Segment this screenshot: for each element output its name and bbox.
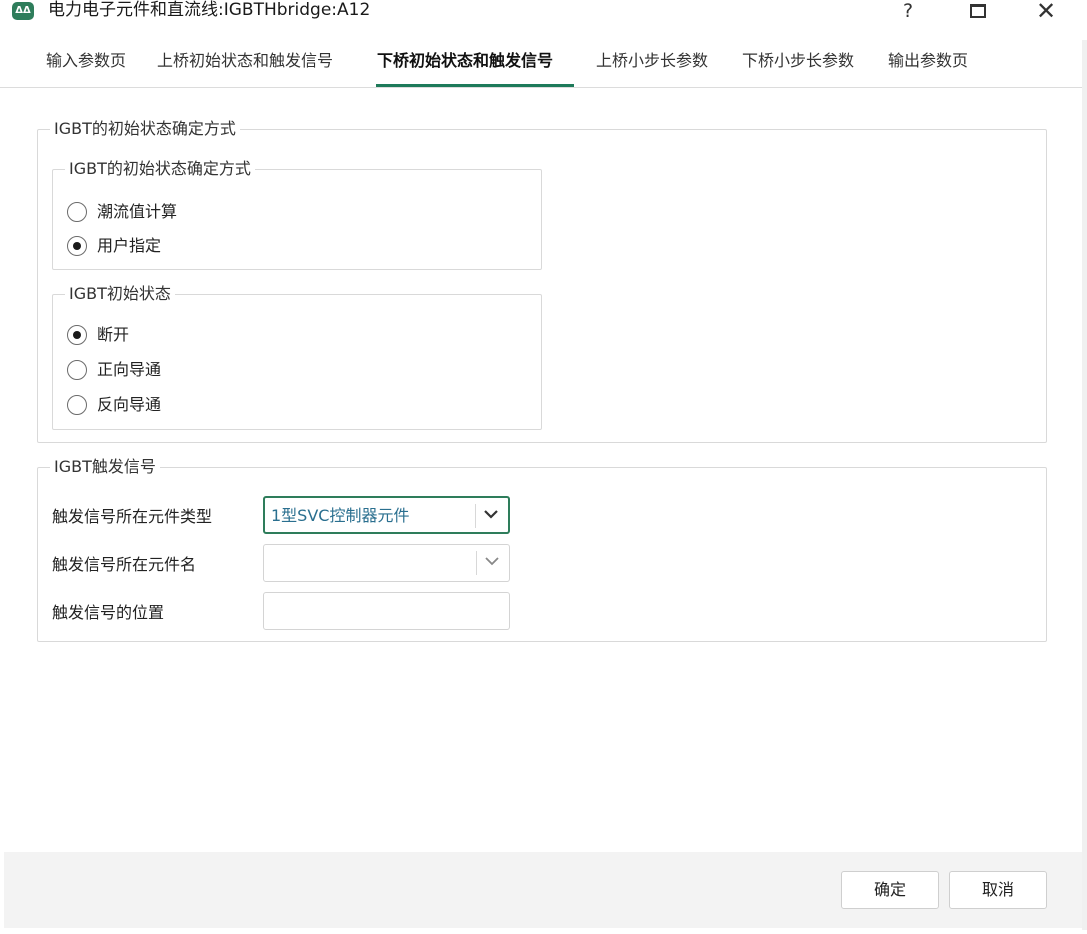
dialog-footer: 确定 取消 bbox=[4, 852, 1082, 928]
tab-lower-bridge-small-step[interactable]: 下桥小步长参数 bbox=[742, 50, 854, 72]
component-type-value: 1型SVC控制器元件 bbox=[271, 506, 410, 525]
init-method-group: IGBT的初始状态确定方式 潮流值计算 用户指定 bbox=[52, 159, 542, 270]
tab-input-params[interactable]: 输入参数页 bbox=[46, 50, 126, 72]
help-button[interactable]: ? bbox=[888, 0, 928, 22]
component-name-label: 触发信号所在元件名 bbox=[52, 555, 197, 574]
radio-forward-conduct-circle[interactable] bbox=[67, 360, 87, 380]
app-logo-icon: ΔΔ bbox=[12, 2, 34, 20]
component-name-select[interactable] bbox=[263, 544, 510, 582]
combo-separator bbox=[476, 551, 477, 575]
radio-off-circle[interactable] bbox=[67, 325, 87, 345]
combo-separator bbox=[475, 504, 476, 528]
component-type-select[interactable]: 1型SVC控制器元件 bbox=[263, 496, 510, 534]
init-state-group: IGBT的初始状态确定方式 IGBT的初始状态确定方式 潮流值计算 用户指定 I… bbox=[37, 119, 1047, 443]
chevron-down-icon[interactable] bbox=[483, 552, 501, 570]
radio-reverse-conduct-label: 反向导通 bbox=[97, 395, 162, 414]
trigger-signal-group-label: IGBT触发信号 bbox=[50, 457, 160, 477]
init-method-group-label: IGBT的初始状态确定方式 bbox=[65, 159, 255, 179]
radio-user-specified-circle[interactable] bbox=[67, 236, 87, 256]
tab-bar: 输入参数页 上桥初始状态和触发信号 下桥初始状态和触发信号 上桥小步长参数 下桥… bbox=[0, 40, 1082, 88]
active-tab-indicator bbox=[376, 84, 574, 87]
chevron-down-icon[interactable] bbox=[482, 505, 500, 523]
tab-upper-bridge-init[interactable]: 上桥初始状态和触发信号 bbox=[157, 50, 333, 72]
maximize-icon bbox=[970, 4, 986, 18]
title-bar: ΔΔ 电力电子元件和直流线:IGBTHbridge:A12 ? ✕ bbox=[0, 0, 1087, 34]
maximize-button[interactable] bbox=[958, 0, 998, 22]
close-button[interactable]: ✕ bbox=[1026, 0, 1066, 23]
dialog-window: ΔΔ 电力电子元件和直流线:IGBTHbridge:A12 ? ✕ 输入参数页 … bbox=[0, 0, 1087, 934]
tab-output-params[interactable]: 输出参数页 bbox=[888, 50, 968, 72]
window-edge bbox=[1082, 40, 1087, 930]
signal-position-label: 触发信号的位置 bbox=[52, 603, 165, 622]
radio-forward-conduct-label: 正向导通 bbox=[97, 360, 162, 379]
radio-off-label: 断开 bbox=[97, 325, 130, 344]
trigger-signal-group: IGBT触发信号 触发信号所在元件类型 1型SVC控制器元件 触发信号所在元件名… bbox=[37, 457, 1047, 642]
component-type-label: 触发信号所在元件类型 bbox=[52, 507, 213, 526]
tab-lower-bridge-init[interactable]: 下桥初始状态和触发信号 bbox=[377, 50, 553, 72]
signal-position-input[interactable] bbox=[263, 592, 510, 630]
init-state-group-label: IGBT的初始状态确定方式 bbox=[50, 119, 240, 139]
cancel-button[interactable]: 取消 bbox=[949, 871, 1047, 909]
tab-upper-bridge-small-step[interactable]: 上桥小步长参数 bbox=[596, 50, 708, 72]
radio-user-specified-label: 用户指定 bbox=[97, 236, 162, 255]
window-title: 电力电子元件和直流线:IGBTHbridge:A12 bbox=[48, 0, 371, 20]
ok-button[interactable]: 确定 bbox=[841, 871, 939, 909]
radio-power-flow-label: 潮流值计算 bbox=[97, 202, 178, 221]
tab-content: IGBT的初始状态确定方式 IGBT的初始状态确定方式 潮流值计算 用户指定 I… bbox=[4, 88, 1082, 852]
radio-power-flow-circle[interactable] bbox=[67, 202, 87, 222]
radio-reverse-conduct-circle[interactable] bbox=[67, 395, 87, 415]
init-state-options-label: IGBT初始状态 bbox=[65, 284, 175, 304]
init-state-options-group: IGBT初始状态 断开 正向导通 反向导通 bbox=[52, 284, 542, 430]
